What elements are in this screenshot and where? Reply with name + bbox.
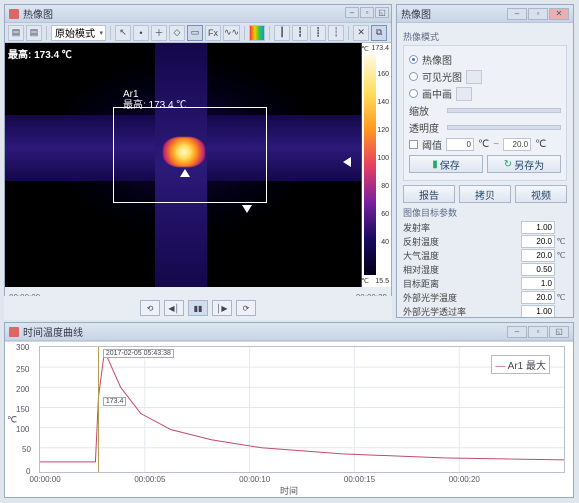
- roi-rect[interactable]: [113, 107, 267, 203]
- save-button[interactable]: ▮保存: [409, 155, 483, 173]
- report-button[interactable]: 报告: [403, 185, 455, 203]
- left-min[interactable]: –: [345, 7, 359, 18]
- chart-min[interactable]: –: [507, 326, 527, 338]
- scrub-line[interactable]: [98, 347, 99, 472]
- opt-icon[interactable]: ✕: [353, 25, 369, 41]
- save-icon[interactable]: ▤: [26, 25, 42, 41]
- palette-icon[interactable]: [249, 25, 265, 41]
- saveas-button[interactable]: ↻另存为: [487, 155, 561, 173]
- anno-timestamp: 2017-02-05 05:43:38: [103, 349, 174, 358]
- section-params: 图像目标参数: [403, 206, 567, 219]
- toolbar: ▤ ▤ 原始模式 ↖ • ＋ ◇ ▭ Fx ∿∿ ┃ ┇ ┋ ┆ ✕ ⧉: [5, 23, 391, 43]
- iso1-icon[interactable]: ┃: [274, 25, 290, 41]
- free-icon[interactable]: ∿∿: [223, 25, 240, 41]
- section-mode: 热像模式: [403, 30, 567, 43]
- iso3-icon[interactable]: ┋: [310, 25, 326, 41]
- max-marker-icon: [180, 169, 190, 177]
- ext-trans-input[interactable]: 1.00: [521, 305, 555, 317]
- thermal-view[interactable]: 最高: 173.4 ℃ Ar1 最高: 173.4 ℃: [5, 43, 361, 287]
- right-title: 热像图: [401, 6, 431, 21]
- left-max[interactable]: ▫: [360, 7, 374, 18]
- right-min[interactable]: –: [507, 8, 527, 20]
- iso2-icon[interactable]: ┇: [292, 25, 308, 41]
- chart-area: ℃ 时间 2017-02-05 05:43:38 173.4 — Ar1 最大 …: [5, 341, 573, 497]
- side-marker-icon: [343, 157, 351, 167]
- ext-temp-input[interactable]: 20.0: [521, 291, 555, 304]
- right-max[interactable]: ▫: [528, 8, 548, 20]
- cursor-icon[interactable]: ↖: [115, 25, 131, 41]
- mode-select-label: 原始模式: [55, 25, 95, 40]
- color-scale: 173.4 ℃ 160 140 120 100 80 60 40 15.5 ℃: [361, 43, 391, 287]
- x-axis-label: 时间: [280, 484, 298, 497]
- distance-input[interactable]: 1.0: [521, 277, 555, 290]
- plot[interactable]: 2017-02-05 05:43:38 173.4 — Ar1 最大 300 2…: [39, 346, 565, 473]
- left-title: 热像图: [23, 6, 53, 21]
- mode-select[interactable]: 原始模式: [51, 25, 106, 41]
- chart-titlebar: 时间温度曲线 – ▫ ◱: [5, 323, 573, 341]
- point-icon[interactable]: •: [133, 25, 149, 41]
- legend: — Ar1 最大: [491, 355, 550, 374]
- pip-pick-icon[interactable]: [456, 87, 472, 101]
- pause-button[interactable]: ▮▮: [188, 300, 208, 316]
- emissivity-input[interactable]: 1.00: [521, 221, 555, 234]
- chart-icon: [9, 327, 19, 337]
- global-max-label: 最高: 173.4 ℃: [8, 46, 72, 61]
- radio-visible[interactable]: [409, 72, 418, 81]
- atm-temp-input[interactable]: 20.0: [521, 249, 555, 262]
- right-titlebar: 热像图 – ▫ ✕: [397, 5, 573, 23]
- step-back-button[interactable]: ◀│: [164, 300, 184, 316]
- left-rest[interactable]: ◱: [375, 7, 389, 18]
- loop-button[interactable]: ⟳: [236, 300, 256, 316]
- iso4-icon[interactable]: ┆: [328, 25, 344, 41]
- cfg-icon[interactable]: ⧉: [371, 25, 387, 41]
- open-icon[interactable]: ▤: [8, 25, 24, 41]
- y-axis-label: ℃: [7, 414, 17, 425]
- chart-rest[interactable]: ◱: [549, 326, 569, 338]
- trans-slider[interactable]: [447, 125, 561, 130]
- cbar-top: 173.4: [371, 45, 389, 52]
- thresh-hi-input[interactable]: 20.0: [503, 138, 531, 151]
- cross-icon[interactable]: ＋: [151, 25, 167, 41]
- thresh-check[interactable]: [409, 140, 418, 149]
- right-close[interactable]: ✕: [549, 8, 569, 20]
- min-marker-icon: [242, 205, 252, 213]
- reflect-temp-input[interactable]: 20.0: [521, 235, 555, 248]
- rewind-button[interactable]: ⟲: [140, 300, 160, 316]
- humidity-input[interactable]: 0.50: [521, 263, 555, 276]
- poly-icon[interactable]: ◇: [169, 25, 185, 41]
- app-icon: [9, 9, 19, 19]
- zoom-slider[interactable]: [447, 108, 561, 113]
- anno-value: 173.4: [103, 397, 127, 406]
- radio-thermal[interactable]: [409, 55, 418, 64]
- copy-button[interactable]: 拷贝: [459, 185, 511, 203]
- left-titlebar: 热像图 – ▫ ◱: [5, 5, 391, 23]
- video-button[interactable]: 视频: [515, 185, 567, 203]
- chart-title: 时间温度曲线: [23, 324, 83, 339]
- chart-max[interactable]: ▫: [528, 326, 548, 338]
- fx-icon[interactable]: Fx: [205, 25, 221, 41]
- radio-pip[interactable]: [409, 89, 418, 98]
- vis-pick-icon[interactable]: [466, 70, 482, 84]
- thresh-lo-input[interactable]: 0: [446, 138, 474, 151]
- step-fwd-button[interactable]: │▶: [212, 300, 232, 316]
- cbar-bot: 15.5: [375, 278, 389, 285]
- rect-icon[interactable]: ▭: [187, 25, 203, 41]
